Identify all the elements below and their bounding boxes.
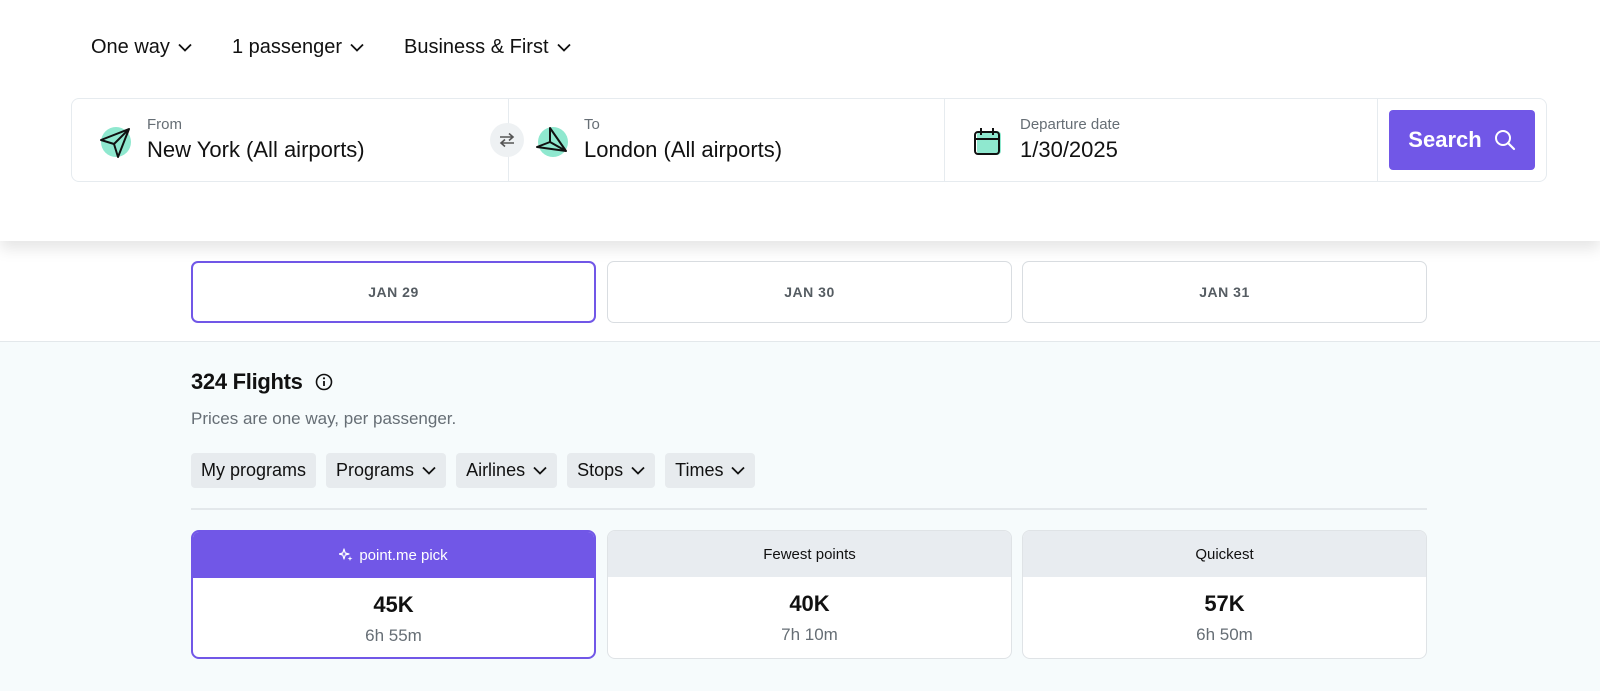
from-field[interactable]: From New York (All airports) [72, 99, 524, 181]
summary-card-quickest[interactable]: Quickest 57K 6h 50m [1022, 530, 1427, 659]
swap-arrows-icon [499, 132, 515, 148]
filter-times[interactable]: Times [665, 453, 756, 488]
results-subtitle: Prices are one way, per passenger. [191, 409, 457, 428]
date-tab-label: JAN 30 [784, 284, 835, 300]
search-header: One way 1 passenger Business & First Fro… [0, 0, 1600, 241]
card-header-label: Fewest points [763, 545, 856, 563]
chevron-down-icon [533, 466, 547, 475]
date-tab-label: JAN 29 [368, 284, 419, 300]
trip-options: One way 1 passenger Business & First [91, 36, 611, 59]
filter-label: My programs [201, 460, 307, 480]
filter-label: Programs [336, 460, 415, 480]
trip-type-dropdown[interactable]: One way [91, 36, 192, 59]
results-count-title: 324 Flights [191, 369, 333, 395]
filter-stops[interactable]: Stops [567, 453, 656, 488]
filter-my-programs[interactable]: My programs [191, 453, 317, 488]
date-tab-jan-31[interactable]: JAN 31 [1022, 261, 1427, 323]
filter-label: Airlines [466, 460, 526, 480]
to-field[interactable]: To London (All airports) [509, 99, 945, 181]
search-bar: From New York (All airports) To London (… [71, 98, 1547, 182]
card-header: Quickest [1023, 531, 1426, 577]
from-label: From [147, 116, 182, 133]
departure-plane-icon [98, 125, 132, 159]
chevron-down-icon [422, 466, 436, 475]
to-value: London (All airports) [584, 137, 783, 162]
card-duration: 6h 50m [1196, 625, 1253, 644]
summary-card-point-me-pick[interactable]: point.me pick 45K 6h 55m [191, 530, 596, 659]
filter-bar: My programs Programs Airlines Stops Time… [191, 453, 756, 488]
filter-label: Stops [577, 460, 624, 480]
cabin-label: Business & First [404, 36, 549, 58]
card-points: 40K [789, 591, 830, 616]
arrival-plane-icon [535, 125, 569, 159]
card-points: 57K [1204, 591, 1245, 616]
date-tab-jan-29[interactable]: JAN 29 [191, 261, 596, 323]
cabin-dropdown[interactable]: Business & First [404, 36, 571, 59]
departure-date-field[interactable]: Departure date 1/30/2025 [945, 99, 1378, 181]
date-tab-label: JAN 31 [1199, 284, 1250, 300]
chevron-down-icon [556, 43, 571, 52]
filter-programs[interactable]: Programs [326, 453, 447, 488]
info-icon[interactable] [315, 373, 333, 391]
card-header-label: point.me pick [359, 546, 448, 564]
from-value: New York (All airports) [147, 137, 365, 162]
card-duration: 6h 55m [365, 626, 422, 645]
swap-button[interactable] [490, 123, 524, 157]
card-header-label: Quickest [1195, 545, 1254, 563]
chevron-down-icon [631, 466, 645, 475]
to-label: To [584, 116, 600, 133]
card-header: point.me pick [193, 532, 594, 578]
date-tab-jan-30[interactable]: JAN 30 [607, 261, 1012, 323]
search-button[interactable]: Search [1389, 110, 1535, 170]
search-button-label: Search [1408, 127, 1482, 152]
results-count-text: 324 Flights [191, 369, 303, 394]
date-value: 1/30/2025 [1020, 137, 1118, 162]
date-selector: JAN 29 JAN 30 JAN 31 [0, 241, 1600, 342]
card-points: 45K [373, 592, 414, 617]
filter-airlines[interactable]: Airlines [456, 453, 558, 488]
sparkle-icon [339, 548, 353, 561]
divider [191, 508, 1427, 510]
card-header: Fewest points [608, 531, 1011, 577]
summary-card-fewest-points[interactable]: Fewest points 40K 7h 10m [607, 530, 1012, 659]
search-icon [1494, 130, 1515, 151]
calendar-icon [971, 125, 1005, 159]
trip-type-label: One way [91, 36, 170, 58]
filter-label: Times [675, 460, 724, 480]
card-duration: 7h 10m [781, 625, 838, 644]
chevron-down-icon [350, 43, 364, 52]
passengers-label: 1 passenger [231, 36, 343, 58]
chevron-down-icon [178, 43, 192, 52]
chevron-down-icon [731, 466, 746, 475]
passengers-dropdown[interactable]: 1 passenger [232, 36, 364, 59]
date-label: Departure date [1020, 116, 1121, 133]
